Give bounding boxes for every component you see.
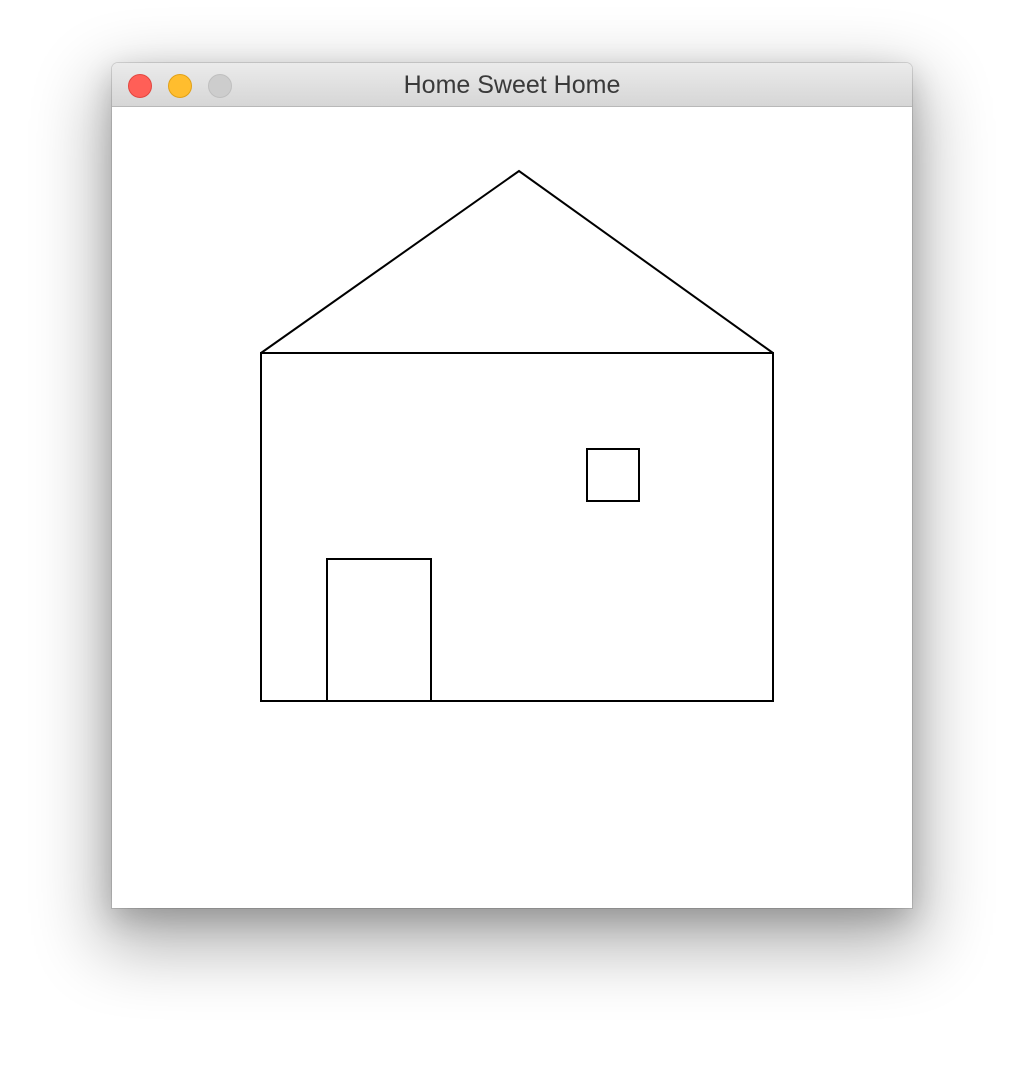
app-window: Home Sweet Home (112, 63, 912, 908)
house-window (586, 448, 640, 502)
house-roof (260, 169, 774, 354)
house-wall (260, 352, 774, 702)
house-drawing (260, 169, 774, 702)
house-door (326, 558, 432, 701)
drawing-canvas (112, 107, 912, 908)
window-title: Home Sweet Home (403, 71, 621, 99)
title-bar[interactable]: Home Sweet Home (112, 63, 912, 107)
